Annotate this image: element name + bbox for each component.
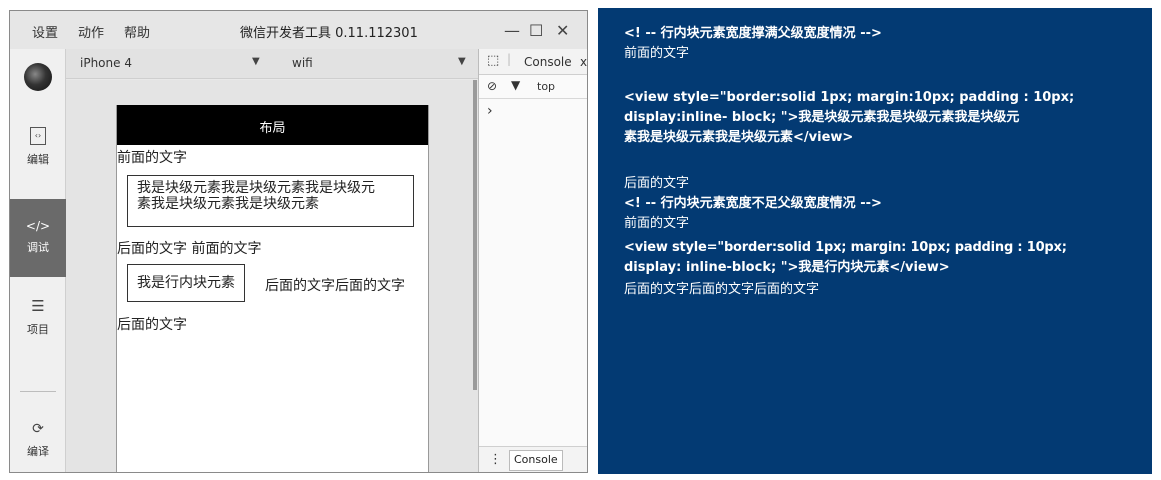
compile-icon: ⟳ <box>32 421 44 437</box>
code-brackets-icon: </> <box>25 219 51 233</box>
code-comment: <! -- 行内块元素宽度不足父级宽度情况 --> <box>624 196 882 211</box>
drawer-tab-console[interactable]: Console <box>509 450 563 471</box>
chevron-down-icon[interactable]: ▼ <box>252 56 260 67</box>
code-panel: <! -- 行内块元素宽度撑满父级宽度情况 --> 前面的文字 <view st… <box>598 8 1152 474</box>
sidebar-divider <box>20 391 56 392</box>
window-title: 微信开发者工具 0.11.112301 <box>240 26 418 41</box>
simulator-scrollbar[interactable] <box>473 80 477 390</box>
block-box-line: 素我是块级元素我是块级元素 <box>137 196 319 212</box>
devtools-drawer: ⋮ Console <box>479 446 587 472</box>
sidebar-item-label: 调试 <box>27 241 49 254</box>
code-file-icon: ‹› <box>30 127 46 145</box>
ide-window: 设置 动作 帮助 微信开发者工具 0.11.112301 — ☐ ✕ ‹› 编辑… <box>9 10 588 473</box>
menu-help[interactable]: 帮助 <box>124 22 150 41</box>
clear-console-icon[interactable]: ⊘ <box>487 79 497 93</box>
sidebar-item-compile[interactable]: ⟳ 编译 <box>10 421 66 471</box>
devtools-panel: ⬚ | Console x ⊘ ▼ top › ⋮ Console <box>478 49 587 472</box>
menu-actions[interactable]: 动作 <box>78 22 104 41</box>
tab-console[interactable]: Console <box>524 55 572 69</box>
inspect-icon[interactable]: ⬚ <box>487 53 499 68</box>
phone-nav-title: 布局 <box>259 121 286 136</box>
text-before: 前面的文字 <box>117 150 187 166</box>
sidebar-item-debug[interactable]: </> 调试 <box>10 199 66 277</box>
sidebar: ‹› 编辑 </> 调试 ☰ 项目 ⟳ 编译 <box>10 49 66 472</box>
tab-divider: | <box>507 52 512 66</box>
sidebar-item-project[interactable]: ☰ 项目 <box>10 297 66 357</box>
tab-close-icon[interactable]: x <box>580 55 587 69</box>
devtools-tabs: ⬚ | Console x <box>479 49 587 75</box>
code-view-tag: 素我是块级元素我是块级元素</view> <box>624 130 854 145</box>
minimize-icon[interactable]: — <box>504 23 520 39</box>
sidebar-item-label: 编辑 <box>27 153 49 166</box>
code-text: 前面的文字 <box>624 46 690 61</box>
filter-icon[interactable]: ▼ <box>511 78 520 92</box>
code-view-tag: display:inline- block; ">我是块级元素我是块级元素我是块… <box>624 110 1020 125</box>
network-select[interactable]: wifi <box>292 56 313 70</box>
close-icon[interactable]: ✕ <box>556 23 569 39</box>
text-after-before: 后面的文字 前面的文字 <box>117 241 262 257</box>
maximize-icon[interactable]: ☐ <box>529 23 543 39</box>
menu-bar: 设置 动作 帮助 微信开发者工具 0.11.112301 — ☐ ✕ <box>10 11 587 49</box>
sidebar-item-label: 项目 <box>27 323 49 336</box>
code-text: 后面的文字后面的文字后面的文字 <box>624 282 820 297</box>
code-text: 前面的文字 <box>624 216 690 231</box>
more-menu-icon[interactable]: ⋮ <box>489 452 502 467</box>
block-box-line: 我是块级元素我是块级元素我是块级元 <box>137 180 375 196</box>
context-select[interactable]: top <box>537 80 555 93</box>
text-after-inline: 后面的文字后面的文字 <box>265 278 405 294</box>
code-view-tag: <view style="border:solid 1px; margin:10… <box>624 90 1075 105</box>
code-text: 后面的文字 <box>624 176 690 191</box>
avatar[interactable] <box>24 63 52 91</box>
phone-nav-bar: 布局 <box>117 105 428 145</box>
phone-screen: 布局 前面的文字 我是块级元素我是块级元素我是块级元 素我是块级元素我是块级元素… <box>116 105 429 472</box>
sidebar-item-edit[interactable]: ‹› 编辑 <box>10 127 66 187</box>
sidebar-item-label: 编译 <box>27 445 49 458</box>
menu-lines-icon: ☰ <box>31 297 45 315</box>
code-view-tag: <view style="border:solid 1px; margin: 1… <box>624 240 1067 255</box>
text-after: 后面的文字 <box>117 317 187 333</box>
device-select[interactable]: iPhone 4 <box>80 56 132 70</box>
code-view-tag: display: inline-block; ">我是行内块元素</view> <box>624 260 950 275</box>
console-prompt-icon[interactable]: › <box>487 103 493 119</box>
console-toolbar: ⊘ ▼ top <box>479 75 587 99</box>
inline-block-box: 我是行内块元素 <box>127 264 245 302</box>
simulator-toolbar: iPhone 4 ▼ wifi ▼ <box>66 49 478 79</box>
chevron-down-icon[interactable]: ▼ <box>458 56 466 67</box>
code-comment: <! -- 行内块元素宽度撑满父级宽度情况 --> <box>624 26 882 41</box>
block-box: 我是块级元素我是块级元素我是块级元 素我是块级元素我是块级元素 <box>127 175 414 227</box>
menu-settings[interactable]: 设置 <box>32 22 58 41</box>
